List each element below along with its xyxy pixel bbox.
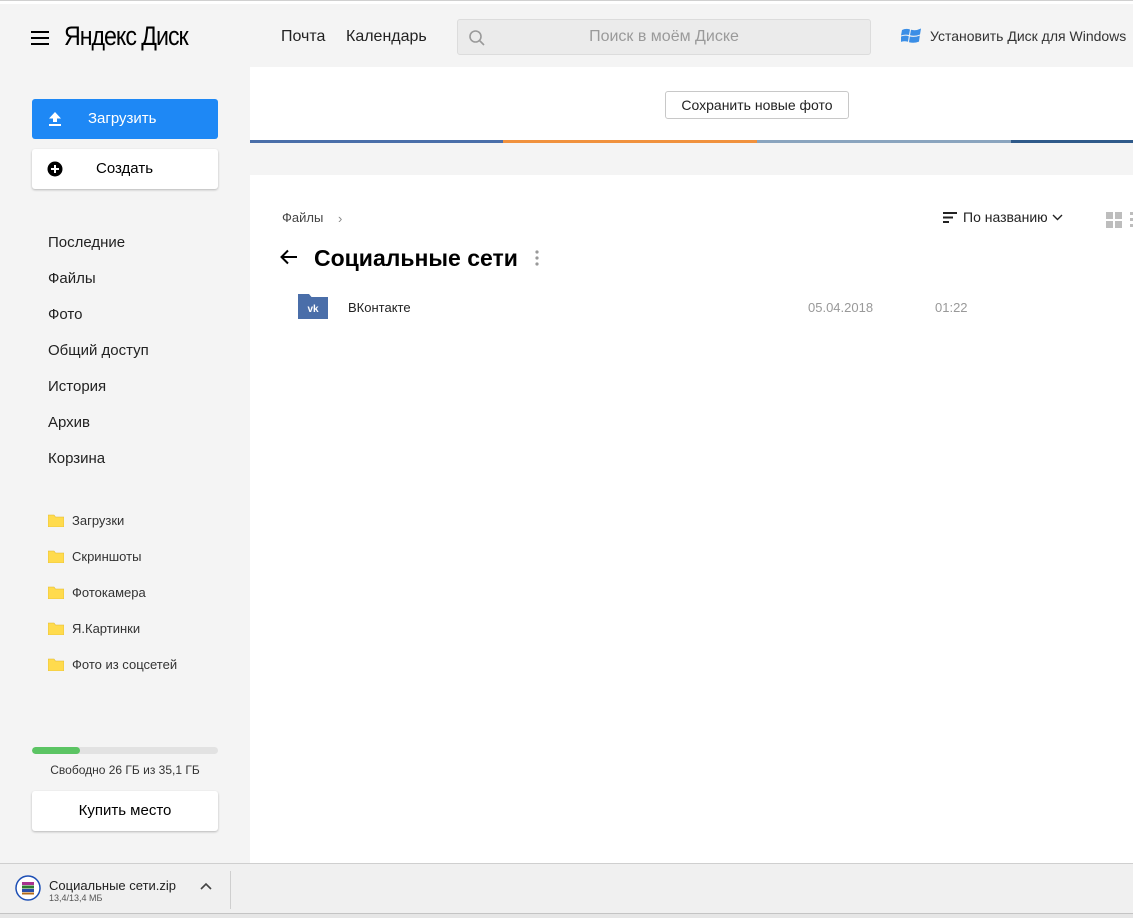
- sidebar-item-history[interactable]: История: [48, 377, 149, 413]
- sort-label: По названию: [963, 209, 1048, 225]
- folder-label: Фотокамера: [72, 584, 146, 600]
- nav-mail-link[interactable]: Почта: [281, 28, 325, 46]
- browser-download-bar: Социальные сети.zip 13,4/13,4 МБ: [0, 863, 1133, 918]
- folder-label: Загрузки: [72, 512, 125, 528]
- promo-stripe-segment: [757, 140, 1011, 143]
- sidebar-folders: Загрузки Скриншоты Фотокамера Я.Картинки…: [48, 502, 177, 682]
- folder-icon: [48, 514, 64, 527]
- sidebar-item-photo[interactable]: Фото: [48, 305, 149, 341]
- sidebar-item-files[interactable]: Файлы: [48, 269, 149, 305]
- create-button-label: Создать: [96, 160, 154, 177]
- file-time: 01:22: [935, 300, 968, 315]
- download-bar-divider: [230, 871, 231, 909]
- chevron-down-icon: [1052, 214, 1063, 220]
- chevron-up-icon[interactable]: [200, 882, 212, 890]
- sidebar-nav: Последние Файлы Фото Общий доступ Истори…: [48, 233, 149, 485]
- storage-progress-fill: [32, 747, 81, 754]
- menu-burger-icon[interactable]: [31, 31, 49, 45]
- svg-text:vk: vk: [307, 304, 319, 315]
- sidebar-item-shared[interactable]: Общий доступ: [48, 341, 149, 377]
- search-box: [457, 19, 871, 55]
- breadcrumb-separator: ›: [338, 211, 343, 226]
- sidebar-item-archive[interactable]: Архив: [48, 413, 149, 449]
- download-item[interactable]: Социальные сети.zip 13,4/13,4 МБ: [0, 864, 230, 914]
- file-listing: Файлы › По названию Социальные сети vk В…: [250, 175, 1133, 863]
- download-file-name: Социальные сети.zip: [49, 878, 177, 893]
- folder-icon: [48, 586, 64, 599]
- sidebar-folder-screenshots[interactable]: Скриншоты: [48, 538, 177, 574]
- sort-dropdown[interactable]: По названию: [943, 209, 1063, 225]
- file-name: ВКонтакте: [348, 300, 411, 315]
- folder-label: Фото из соцсетей: [72, 656, 178, 672]
- create-button[interactable]: Создать: [32, 149, 218, 189]
- search-icon[interactable]: [468, 29, 486, 47]
- folder-icon: [48, 550, 64, 563]
- install-disk-label: Установить Диск для Windows: [930, 28, 1127, 44]
- back-arrow-icon[interactable]: [280, 249, 298, 265]
- promo-banner: Сохранить новые фото: [250, 67, 1133, 143]
- storage-text: Свободно 26 ГБ из 35,1 ГБ: [50, 763, 200, 777]
- file-row[interactable]: vk ВКонтакте 05.04.2018 01:22: [290, 290, 1110, 324]
- folder-icon: [48, 622, 64, 635]
- upload-icon: [49, 112, 61, 126]
- logo[interactable]: Яндекс Диск: [64, 21, 189, 52]
- taskbar-strip: [0, 913, 1133, 918]
- save-new-photos-button[interactable]: Сохранить новые фото: [665, 91, 849, 119]
- windows-logo-icon: [901, 28, 921, 43]
- sidebar-folder-camera[interactable]: Фотокамера: [48, 574, 177, 610]
- search-input[interactable]: [458, 20, 870, 54]
- storage-progress-bar: [32, 747, 218, 754]
- install-disk-link[interactable]: Установить Диск для Windows: [901, 26, 1126, 46]
- download-progress-text: 13,4/13,4 МБ: [49, 893, 103, 903]
- more-options-icon[interactable]: [535, 250, 539, 266]
- promo-stripe-segment: [1011, 140, 1133, 143]
- sidebar-folder-social-photos[interactable]: Фото из соцсетей: [48, 646, 177, 682]
- folder-label: Я.Картинки: [72, 620, 141, 636]
- plus-circle-icon: [47, 161, 63, 177]
- promo-stripe-segment: [503, 140, 757, 143]
- promo-stripe-segment: [250, 140, 503, 143]
- page-title: Социальные сети: [314, 245, 518, 271]
- sidebar-folder-downloads[interactable]: Загрузки: [48, 502, 177, 538]
- file-date: 05.04.2018: [808, 300, 874, 315]
- buy-space-button[interactable]: Купить место: [32, 791, 218, 831]
- grid-view-icon[interactable]: [1106, 212, 1122, 228]
- upload-button[interactable]: Загрузить: [32, 99, 218, 139]
- folder-icon: [48, 658, 64, 671]
- sidebar-folder-images[interactable]: Я.Картинки: [48, 610, 177, 646]
- sidebar-item-trash[interactable]: Корзина: [48, 449, 149, 485]
- vk-folder-icon: vk: [298, 294, 328, 319]
- sort-icon: [943, 211, 957, 223]
- archive-file-icon: [15, 875, 41, 901]
- upload-button-label: Загрузить: [88, 110, 157, 127]
- folder-label: Скриншоты: [72, 548, 142, 564]
- breadcrumb-files[interactable]: Файлы: [282, 210, 323, 225]
- header: Яндекс Диск Почта Календарь Установить Д…: [0, 4, 1133, 67]
- sidebar-item-recent[interactable]: Последние: [48, 233, 149, 269]
- nav-calendar-link[interactable]: Календарь: [346, 28, 427, 46]
